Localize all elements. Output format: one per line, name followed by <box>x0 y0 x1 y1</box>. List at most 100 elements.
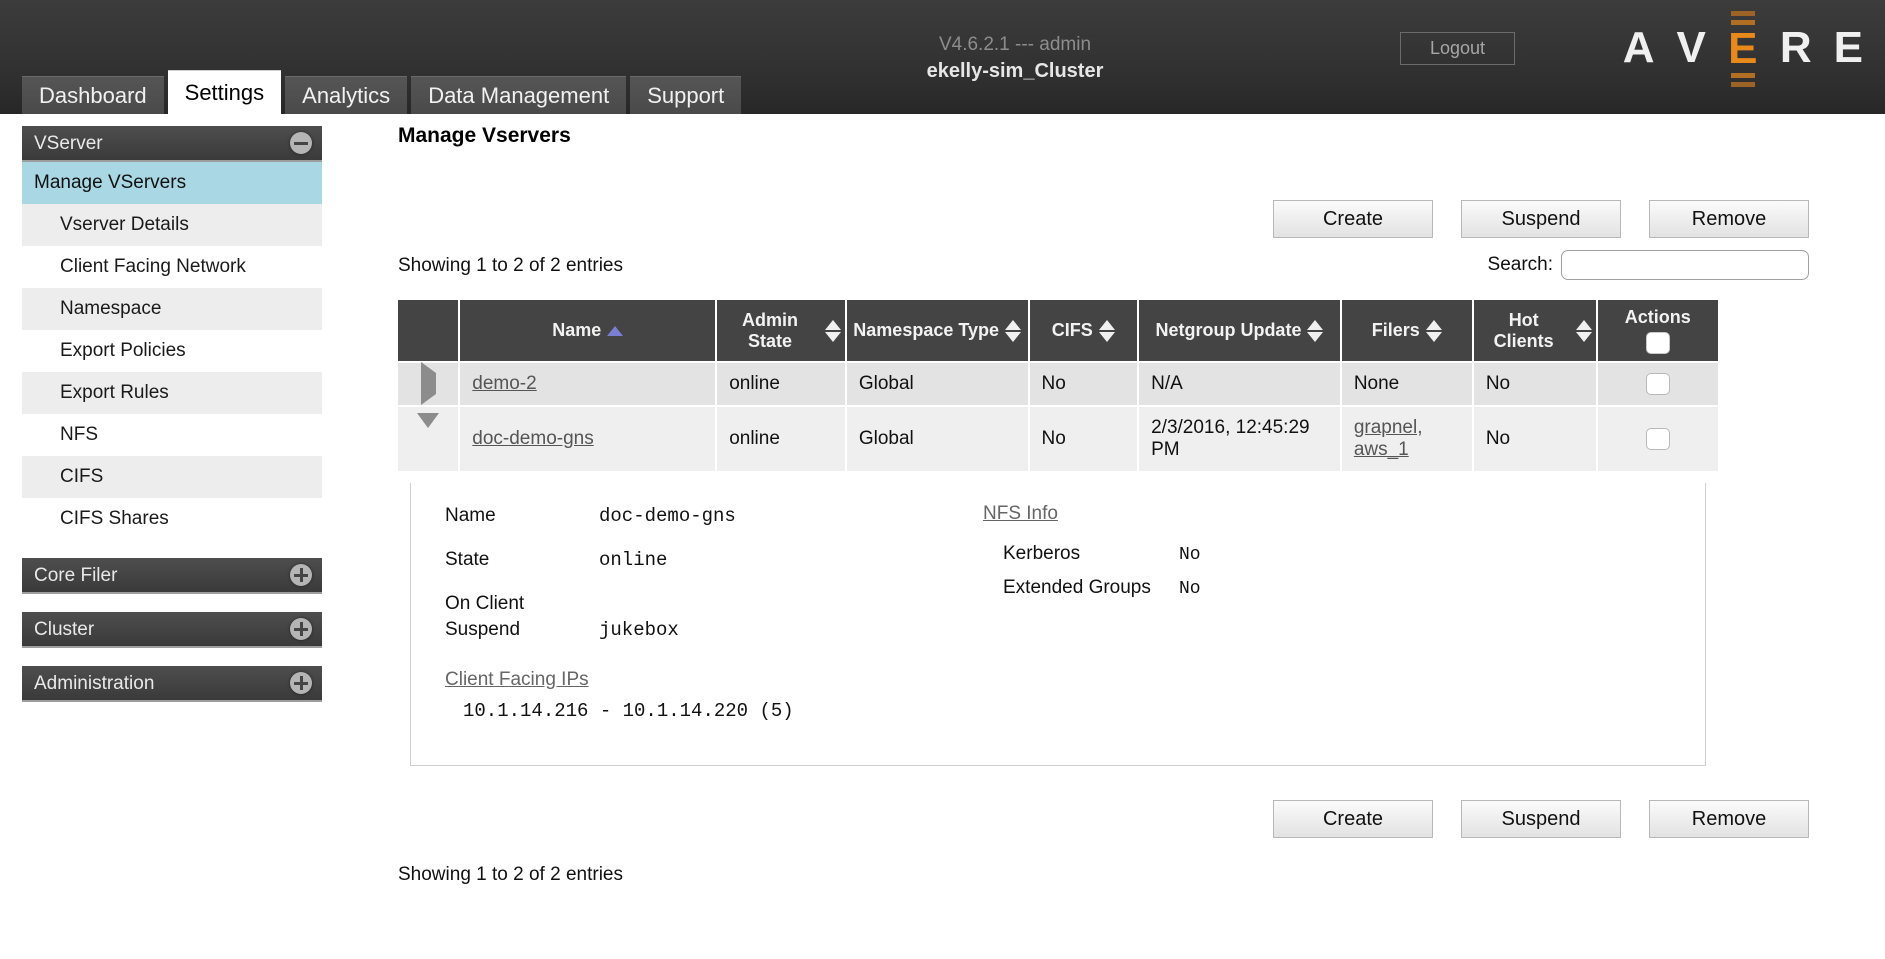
triangle-right-icon[interactable] <box>420 362 436 405</box>
top-header-bar: Logout A V E R E V4.6.2.1 --- admin ekel… <box>0 0 1885 114</box>
detail-value-kerberos: No <box>1179 545 1201 565</box>
logo-bar <box>1730 82 1755 87</box>
detail-label-kerberos: Kerberos <box>1003 543 1081 564</box>
sidebar-item-nfs[interactable]: NFS <box>22 414 322 456</box>
sidebar-item-manage-vservers[interactable]: Manage VServers <box>22 162 322 204</box>
create-button-top[interactable]: Create <box>1273 200 1433 238</box>
table-meta-top: Showing 1 to 2 of 2 entries Search: <box>398 250 1865 300</box>
table-header-namespace-type-label: Namespace Type <box>853 320 1000 340</box>
detail-label-state: State <box>445 549 490 570</box>
detail-label-name: Name <box>445 505 496 526</box>
client-facing-ips-title[interactable]: Client Facing IPs <box>445 669 589 691</box>
table-header-namespace-type[interactable]: Namespace Type <box>845 300 1030 363</box>
tab-data-management[interactable]: Data Management <box>411 76 627 114</box>
sort-ascending-icon[interactable] <box>607 325 624 336</box>
detail-label-extended-groups: Extended Groups <box>1003 577 1151 598</box>
row-select-checkbox[interactable] <box>1645 373 1670 395</box>
table-header-actions: Actions <box>1596 300 1718 363</box>
table-header-cifs[interactable]: CIFS <box>1028 300 1140 363</box>
sidebar-section-header-core-filer[interactable]: Core Filer <box>22 558 322 594</box>
detail-cell: Name doc-demo-gns State online On Client <box>398 472 1718 778</box>
table-header-netgroup-update-label: Netgroup Update <box>1155 320 1302 340</box>
row-expander-collapsed[interactable] <box>398 362 461 407</box>
table-header-hot-clients[interactable]: Hot Clients <box>1472 300 1598 363</box>
avere-logo: A V E R E <box>1623 11 1863 87</box>
suspend-button-bottom[interactable]: Suspend <box>1461 800 1621 838</box>
table-header-hot-clients-label: Hot Clients <box>1493 309 1554 351</box>
vserver-name-link[interactable]: demo-2 <box>472 373 536 394</box>
remove-button-bottom[interactable]: Remove <box>1649 800 1809 838</box>
version-text: V4.6.2.1 --- admin <box>938 34 1092 55</box>
tab-dashboard[interactable]: Dashboard <box>22 76 164 114</box>
logout-button[interactable]: Logout <box>1400 32 1515 65</box>
sidebar-item-export-rules[interactable]: Export Rules <box>22 372 322 414</box>
minus-circle-icon[interactable] <box>290 132 312 154</box>
table-header-expander <box>398 300 461 363</box>
detail-field-name: Name doc-demo-gns <box>445 503 971 529</box>
table-header-name-label: Name <box>552 320 602 340</box>
cell-name: demo-2 <box>459 362 718 407</box>
sort-both-icon[interactable] <box>1575 319 1592 342</box>
search-input[interactable] <box>1561 250 1809 280</box>
tab-analytics[interactable]: Analytics <box>285 76 408 114</box>
cell-actions <box>1596 362 1718 407</box>
sidebar-item-export-policies[interactable]: Export Policies <box>22 330 322 372</box>
create-button-bottom[interactable]: Create <box>1273 800 1433 838</box>
plus-circle-icon[interactable] <box>290 672 312 694</box>
detail-value-on-client-suspend: jukebox <box>599 619 679 641</box>
sidebar-divider <box>22 648 322 666</box>
table-header-filers[interactable]: Filers <box>1340 300 1474 363</box>
table-header-cifs-label: CIFS <box>1051 320 1093 340</box>
plus-circle-icon[interactable] <box>290 618 312 640</box>
action-buttons-top: Create Suspend Remove <box>398 200 1865 238</box>
detail-field-on-client-suspend: On Client Suspend jukebox <box>445 591 971 643</box>
nfs-info-title[interactable]: NFS Info <box>983 503 1058 525</box>
detail-label-on-client-suspend: On Client Suspend <box>445 593 525 640</box>
row-expander-expanded[interactable] <box>398 406 461 473</box>
table-info-bottom: Showing 1 to 2 of 2 entries <box>398 864 623 885</box>
cell-filers: None <box>1340 362 1474 407</box>
sidebar-item-namespace[interactable]: Namespace <box>22 288 322 330</box>
row-select-checkbox[interactable] <box>1645 428 1670 450</box>
cluster-name-text: ekelly-sim_Cluster <box>926 60 1104 82</box>
sidebar-section-title: VServer <box>34 133 103 154</box>
sidebar-section-cluster: Cluster <box>22 612 322 648</box>
table-header-row: Name Admin State Namespace Type CIFS Net… <box>398 300 1718 363</box>
detail-value-extended-groups: No <box>1179 579 1201 599</box>
sidebar-item-vserver-details[interactable]: Vserver Details <box>22 204 322 246</box>
sidebar-section-header-administration[interactable]: Administration <box>22 666 322 702</box>
action-buttons-bottom: Create Suspend Remove <box>398 800 1865 838</box>
vservers-table: Name Admin State Namespace Type CIFS Net… <box>398 300 1718 778</box>
logo-letter-e2: E <box>1833 23 1863 72</box>
detail-left-column: Name doc-demo-gns State online On Client <box>411 503 971 725</box>
table-row[interactable]: demo-2 online Global No N/A None No <box>398 362 1718 407</box>
remove-button-top[interactable]: Remove <box>1649 200 1809 238</box>
sort-both-icon[interactable] <box>824 319 841 342</box>
tab-settings[interactable]: Settings <box>167 70 282 114</box>
vserver-name-link[interactable]: doc-demo-gns <box>472 428 593 449</box>
tab-support[interactable]: Support <box>630 76 742 114</box>
table-row[interactable]: doc-demo-gns online Global No 2/3/2016, … <box>398 406 1718 473</box>
triangle-down-icon[interactable] <box>417 413 440 449</box>
sidebar-section-header-vserver[interactable]: VServer <box>22 126 322 162</box>
table-header-actions-label: Actions <box>1624 307 1691 327</box>
sidebar-item-cifs[interactable]: CIFS <box>22 456 322 498</box>
detail-field-state: State online <box>445 547 971 573</box>
table-header-netgroup-update[interactable]: Netgroup Update <box>1138 300 1342 363</box>
sidebar-item-cifs-shares[interactable]: CIFS Shares <box>22 498 322 540</box>
suspend-button-top[interactable]: Suspend <box>1461 200 1621 238</box>
filer-link-aws-1[interactable]: aws_1 <box>1354 439 1409 460</box>
table-header-admin-state[interactable]: Admin State <box>716 300 847 363</box>
main-content: Manage Vservers Create Suspend Remove Sh… <box>398 114 1865 886</box>
plus-circle-icon[interactable] <box>290 564 312 586</box>
sort-both-icon[interactable] <box>1425 319 1442 342</box>
filer-link-grapnel[interactable]: grapnel, <box>1354 417 1423 438</box>
sort-both-icon[interactable] <box>1005 319 1022 342</box>
select-all-checkbox[interactable] <box>1645 332 1670 354</box>
sidebar-section-header-cluster[interactable]: Cluster <box>22 612 322 648</box>
sidebar-item-client-facing-network[interactable]: Client Facing Network <box>22 246 322 288</box>
table-header-name[interactable]: Name <box>459 300 718 363</box>
sort-both-icon[interactable] <box>1307 319 1324 342</box>
sort-both-icon[interactable] <box>1098 319 1115 342</box>
logo-letter-v: V <box>1676 23 1706 72</box>
